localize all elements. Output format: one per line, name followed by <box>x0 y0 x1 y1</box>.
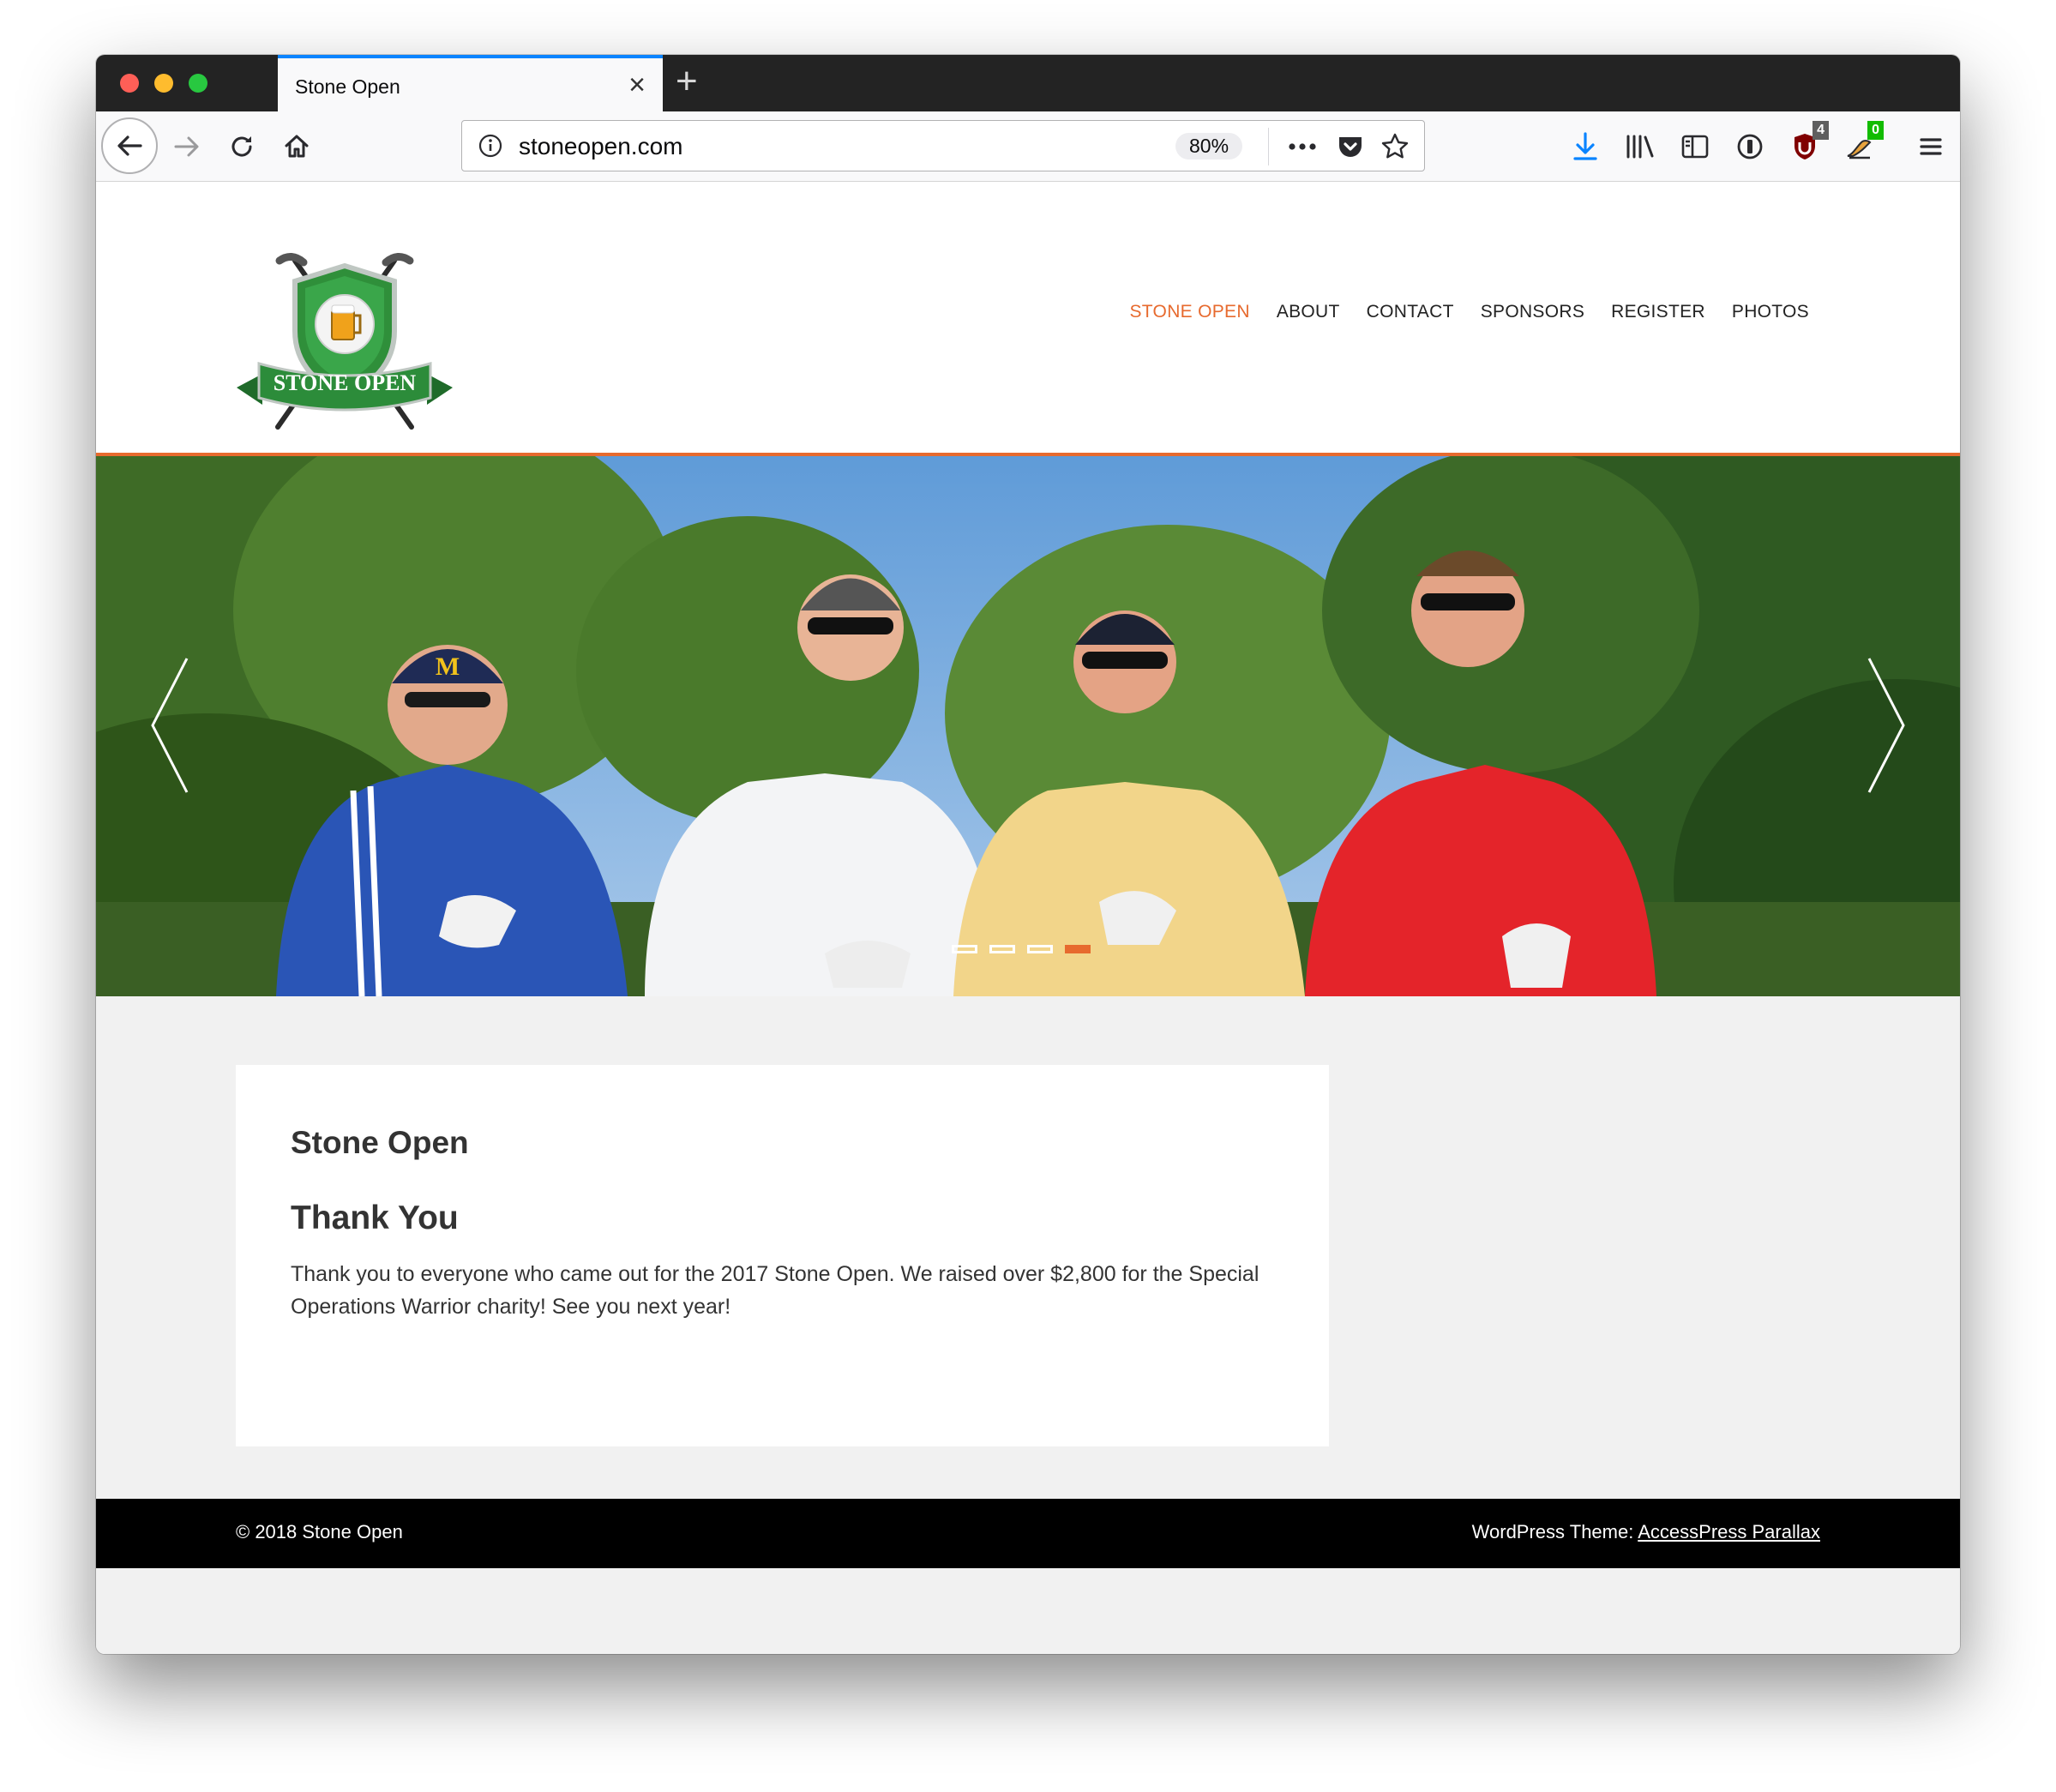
nav-link-sponsors[interactable]: SPONSORS <box>1481 302 1584 322</box>
credit-prefix: WordPress Theme: <box>1471 1521 1638 1542</box>
nav-link-stone-open[interactable]: STONE OPEN <box>1130 302 1250 322</box>
extension-icon[interactable]: 0 <box>1841 121 1884 165</box>
more-icon[interactable] <box>1287 131 1318 162</box>
back-icon[interactable] <box>101 117 158 174</box>
theme-credit-link[interactable]: AccessPress Parallax <box>1638 1521 1820 1542</box>
reload-icon[interactable] <box>218 123 266 171</box>
site-footer: © 2018 Stone Open WordPress Theme: Acces… <box>96 1499 1960 1568</box>
slider-dot-1[interactable] <box>952 945 977 953</box>
navigation-toolbar: stoneopen.com 80% 4 0 <box>96 111 1960 182</box>
content-card: Stone Open Thank You Thank you to everyo… <box>236 1065 1329 1446</box>
new-tab-icon[interactable]: + <box>676 62 698 101</box>
page-title: Stone Open <box>291 1125 469 1160</box>
maximize-window-button[interactable] <box>189 74 207 93</box>
url-text[interactable]: stoneopen.com <box>519 133 682 160</box>
nav-link-about[interactable]: ABOUT <box>1277 302 1340 322</box>
password-icon[interactable] <box>1731 128 1769 165</box>
slider-dot-3[interactable] <box>1027 945 1053 953</box>
nav-link-photos[interactable]: PHOTOS <box>1732 302 1809 322</box>
tab-stone-open[interactable]: Stone Open × <box>278 55 663 111</box>
pocket-icon[interactable] <box>1335 131 1366 162</box>
sidebar-icon[interactable] <box>1676 128 1714 165</box>
section-heading: Thank You <box>291 1200 459 1236</box>
svg-text:M: M <box>436 652 460 681</box>
ublock-icon[interactable]: 4 <box>1786 121 1829 165</box>
slider-dot-4[interactable] <box>1065 945 1091 953</box>
stone-open-logo[interactable]: STONE OPEN <box>233 250 456 430</box>
tab-strip: Stone Open × + <box>96 55 1960 111</box>
web-page: STONE OPEN STONE OPEN ABOUT CONTACT SPON… <box>96 182 1960 1654</box>
close-window-button[interactable] <box>120 74 139 93</box>
logo-text: STONE OPEN <box>274 370 417 395</box>
home-icon[interactable] <box>273 123 321 171</box>
library-icon[interactable] <box>1621 128 1659 165</box>
url-bar[interactable]: stoneopen.com 80% <box>461 120 1425 171</box>
copyright-text: © 2018 Stone Open <box>236 1521 403 1542</box>
info-icon[interactable] <box>478 133 503 163</box>
zoom-level-button[interactable]: 80% <box>1175 133 1243 159</box>
forward-icon[interactable] <box>163 123 211 171</box>
star-icon[interactable] <box>1380 131 1410 162</box>
slider-dot-2[interactable] <box>989 945 1015 953</box>
theme-credit: WordPress Theme: AccessPress Parallax <box>1472 1521 1820 1543</box>
download-icon[interactable] <box>1566 128 1604 165</box>
hero-slider: M <box>96 456 1960 996</box>
ublock-count-badge: 4 <box>1813 121 1829 140</box>
tab-title: Stone Open <box>295 75 400 98</box>
browser-window: Stone Open × + stoneopen.com 80% 4 0 STO… <box>96 55 1960 1654</box>
minimize-window-button[interactable] <box>154 74 173 93</box>
nav-link-register[interactable]: REGISTER <box>1611 302 1705 322</box>
hero-photo: M <box>96 456 1960 996</box>
url-separator <box>1268 128 1269 165</box>
nav-link-contact[interactable]: CONTACT <box>1367 302 1454 322</box>
close-tab-icon[interactable]: × <box>628 68 646 102</box>
site-header: STONE OPEN STONE OPEN ABOUT CONTACT SPON… <box>96 182 1960 456</box>
slider-pagination <box>952 945 1091 953</box>
main-navigation: STONE OPEN ABOUT CONTACT SPONSORS REGIST… <box>1130 302 1810 322</box>
next-arrow-icon[interactable] <box>1859 655 1910 796</box>
prev-arrow-icon[interactable] <box>146 655 197 796</box>
menu-icon[interactable] <box>1912 128 1950 165</box>
extension-count-badge: 0 <box>1867 121 1884 140</box>
body-text: Thank you to everyone who came out for t… <box>291 1262 1259 1319</box>
